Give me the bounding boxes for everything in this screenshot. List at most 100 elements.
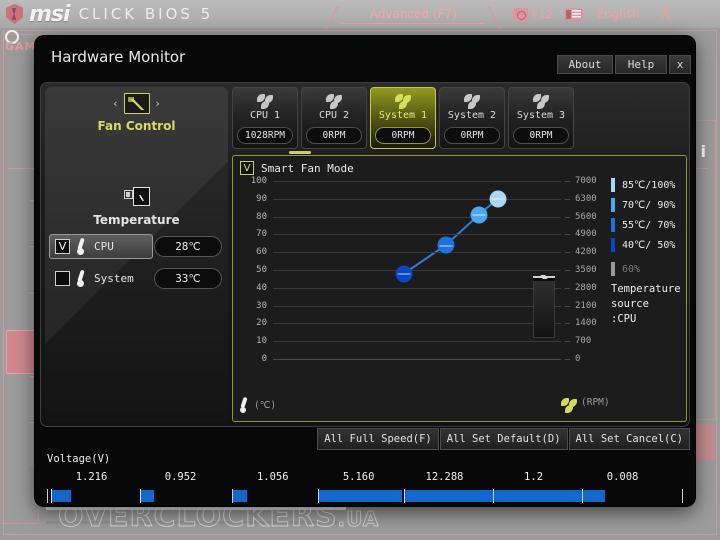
fan-tab-system-3[interactable]: System 3 0RPM — [508, 87, 574, 149]
legend-swatch — [611, 218, 615, 232]
mode-slash-left — [325, 6, 339, 30]
voltage-value-1: 0.952 — [164, 471, 197, 483]
fan-tab-label: System 2 — [447, 110, 497, 121]
y2-axis-tick-label: 2100 — [575, 300, 597, 311]
temperature-source-value: :CPU — [611, 313, 637, 325]
fan-curve-point-2[interactable] — [437, 236, 455, 254]
legend-item[interactable]: 85℃/100% — [611, 178, 683, 192]
fan-curve-point-4[interactable] — [489, 190, 507, 208]
fan-tab-cpu-2[interactable]: CPU 2 0RPM — [301, 87, 367, 149]
voltage-value-4: 12.288 — [425, 471, 464, 483]
legend-label: 55℃/ 70% — [622, 219, 676, 231]
help-button[interactable]: Help — [615, 55, 667, 74]
fan-tab-system-1[interactable]: System 1 0RPM — [370, 87, 436, 149]
voltage-bar-3 — [319, 490, 402, 502]
y2-axis-tick-label: 4900 — [575, 229, 597, 240]
all-full-speed-button[interactable]: All Full Speed(F) — [317, 428, 439, 450]
all-set-cancel-button[interactable]: All Set Cancel(C) — [568, 428, 690, 450]
voltage-title: Voltage(V) — [47, 453, 111, 465]
legend-item[interactable]: 40℃/ 50% — [611, 238, 683, 252]
bios-nav-tile-hardware-monitor[interactable] — [6, 330, 38, 374]
voltage-bar-0 — [52, 490, 72, 502]
temperature-icon-wave — [132, 187, 150, 206]
smart-fan-mode-row[interactable]: V Smart Fan Mode — [240, 161, 354, 175]
smart-fan-mode-checkbox[interactable]: V — [240, 161, 254, 175]
monitor-body: ‹ › Fan Control Temperature V CPU 28℃ Sy… — [40, 82, 690, 427]
y2-axis-tick-label: 5600 — [575, 211, 597, 222]
y2-axis-tick-label: 7000 — [575, 176, 597, 186]
duty-indicator: 60% — [611, 262, 683, 276]
y-axis-tick-label: 70 — [256, 229, 267, 240]
y2-axis-tick — [565, 341, 570, 343]
duty-slider-handle[interactable] — [533, 275, 555, 281]
y2-axis-tick-label: 2800 — [575, 282, 597, 293]
temperature-cpu-checkbox[interactable]: V — [55, 239, 70, 254]
voltage-value-2: 1.056 — [256, 471, 289, 483]
fan-curve-point-3[interactable] — [470, 206, 488, 224]
y-axis-tick-label: 20 — [256, 318, 267, 329]
chevron-left-icon[interactable]: ‹ — [113, 97, 117, 110]
gridline — [273, 287, 561, 289]
y2-axis-tick — [565, 216, 570, 218]
fan-tab-rpm: 0RPM — [375, 127, 431, 144]
product-name: CLICK BIOS 5 — [78, 5, 214, 23]
y2-axis-tick — [565, 359, 570, 360]
y-axis-tick-label: 60 — [256, 247, 267, 258]
legend-label: 40℃/ 50% — [622, 239, 676, 251]
voltage-value-6: 0.008 — [606, 471, 639, 483]
legend-item[interactable]: 70℃/ 90% — [611, 198, 683, 212]
gridline — [273, 305, 561, 307]
fan-tab-label: System 1 — [378, 110, 428, 121]
temperature-row-cpu[interactable]: V CPU 28℃ — [49, 234, 224, 259]
fan-icon — [561, 398, 577, 413]
mode-switch[interactable]: Advanced (F7) — [325, 1, 502, 30]
temperature-chart-icon — [123, 187, 150, 207]
global-actions: All Full Speed(F) All Set Default(D) All… — [317, 428, 690, 450]
voltage-value-5: 1.2 — [524, 471, 544, 483]
temperature-source-label: Temperature source — [611, 283, 681, 310]
x-axis-unit: (℃) — [254, 399, 277, 411]
language-selector[interactable]: English — [597, 7, 640, 21]
y2-axis-tick-label: 700 — [575, 336, 592, 347]
screenshot-button[interactable]: F12 — [513, 7, 553, 21]
y-axis-tick-label: 50 — [256, 265, 267, 275]
fan-curve-point-1[interactable] — [395, 265, 413, 283]
chevron-right-icon[interactable]: › — [156, 97, 160, 110]
list-icon — [564, 7, 583, 21]
legend-label: 70℃/ 90% — [622, 199, 676, 211]
temperature-source: Temperature source :CPU — [611, 282, 695, 327]
temperature-row-system[interactable]: System 33℃ — [49, 266, 224, 291]
y2-axis-tick-label: 1400 — [575, 318, 597, 329]
fan-curve-plot[interactable]: 100 7000 90 6300 80 5600 70 4900 60 4200 50 3500 40 2… — [251, 176, 597, 364]
about-button[interactable]: About — [557, 55, 613, 74]
fan-tab-cpu-1[interactable]: CPU 1 1028RPM — [232, 87, 298, 149]
fan-control-nav: ‹ › — [45, 93, 228, 114]
gridline — [273, 216, 561, 218]
fan-curve-panel: V Smart Fan Mode 100 7000 90 6300 80 5600 70 49… — [232, 155, 687, 422]
y-axis-tick-label: 10 — [256, 336, 267, 347]
duty-slider-track[interactable] — [533, 280, 555, 338]
temperature-system-checkbox[interactable] — [55, 271, 70, 286]
close-icon[interactable]: X — [660, 4, 672, 24]
y2-axis-tick — [565, 305, 570, 307]
fan-icon — [533, 94, 549, 109]
dialog-close-button[interactable]: x — [669, 55, 691, 74]
all-set-default-button[interactable]: All Set Default(D) — [439, 428, 568, 450]
gridline — [273, 198, 561, 200]
legend-label: 85℃/100% — [622, 179, 676, 191]
help-list-button[interactable] — [564, 7, 583, 21]
y2-axis-tick — [565, 198, 570, 200]
y2-axis-tick — [565, 181, 570, 182]
active-tab-indicator — [289, 151, 311, 154]
thermometer-icon — [76, 238, 88, 255]
voltage-section: Voltage(V) 1.216 0.952 1.056 5.160 12.288 1.2… — [40, 453, 690, 503]
y2-axis-tick — [565, 234, 570, 236]
voltage-value-3: 5.160 — [342, 471, 375, 483]
y2-axis-tick — [565, 270, 570, 271]
legend-item[interactable]: 55℃/ 70% — [611, 218, 683, 232]
y-axis-tick-label: 40 — [256, 282, 267, 293]
legend-swatch — [611, 238, 615, 252]
hardware-monitor-dialog: Hardware Monitor About Help x ‹ › Fan Co… — [35, 36, 695, 506]
fan-tab-system-2[interactable]: System 2 0RPM — [439, 87, 505, 149]
temperature-cpu-value: 28℃ — [154, 236, 222, 257]
